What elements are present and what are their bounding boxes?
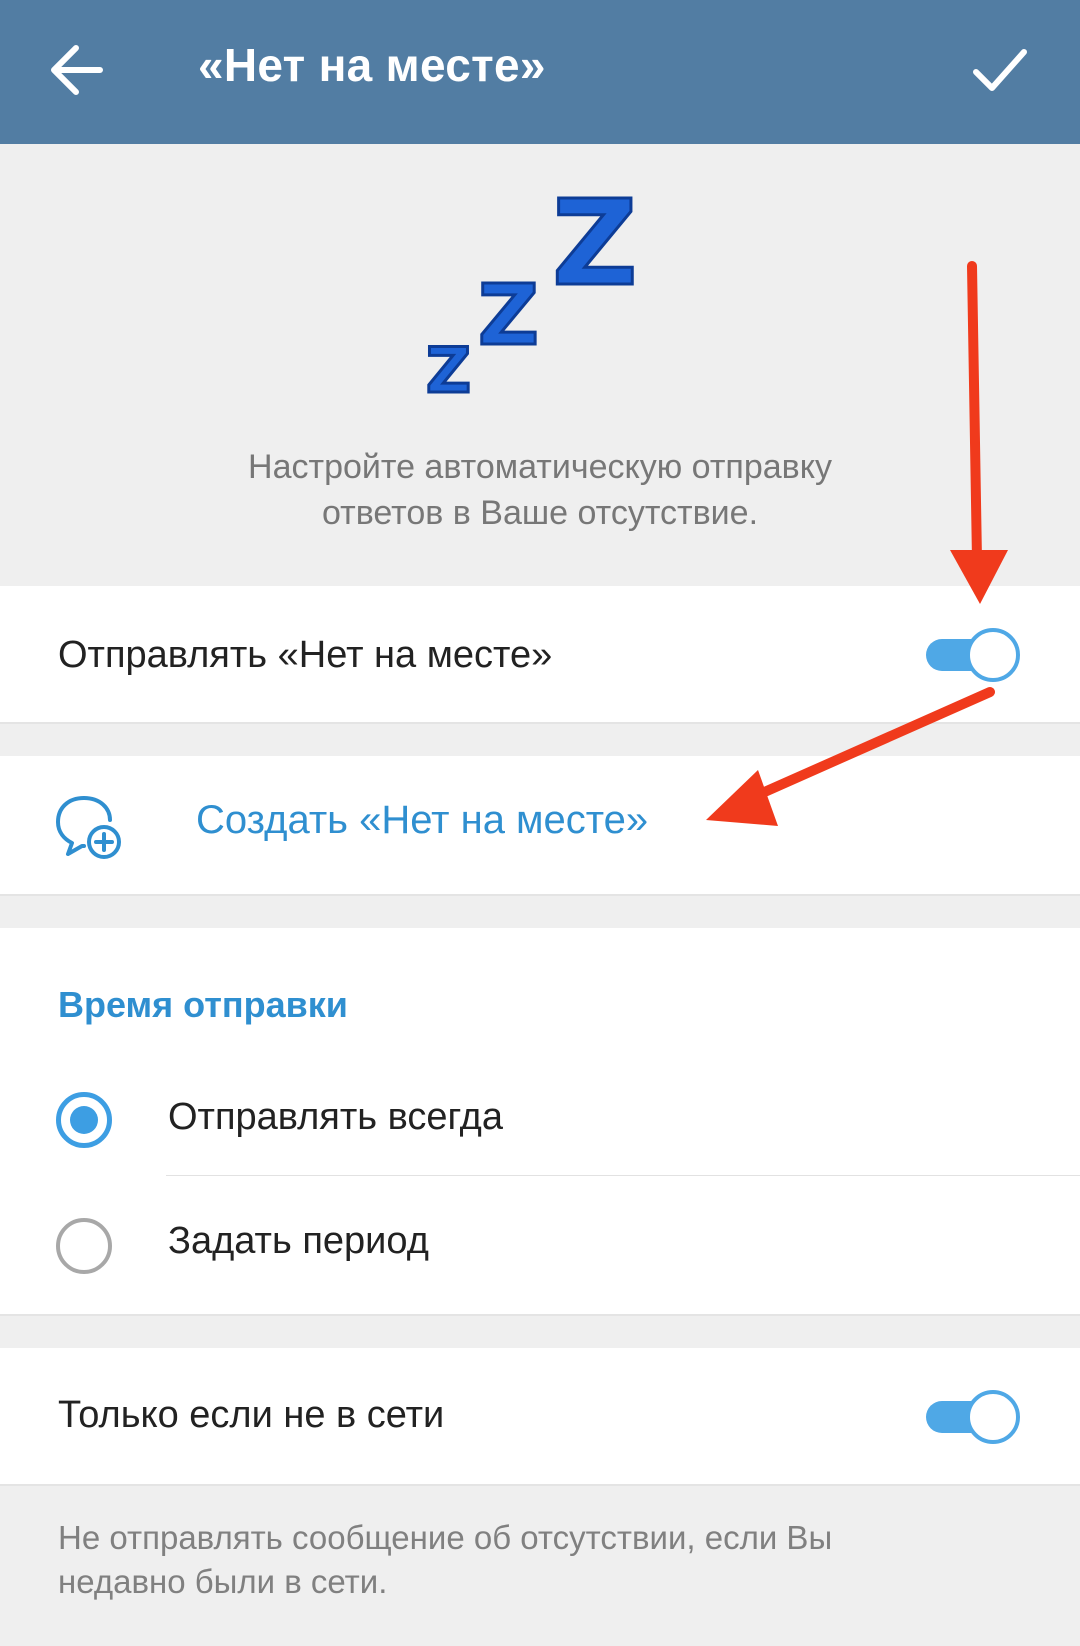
checkmark-icon (973, 49, 1027, 91)
svg-text:Z: Z (426, 334, 471, 407)
offline-only-hint: Не отправлять сообщение об отсутствии, е… (58, 1519, 833, 1600)
radio-label-period: Задать период (168, 1220, 429, 1262)
hero-section: Z Z Z Настройте автоматическую отправку … (0, 144, 1080, 586)
offline-only-row[interactable]: Только если не в сети (0, 1348, 1080, 1486)
offline-only-label: Только если не в сети (58, 1394, 445, 1436)
radio-option-period[interactable]: Задать период (0, 1176, 1080, 1316)
radio-button-unselected[interactable] (56, 1218, 112, 1274)
schedule-title: Время отправки (58, 984, 348, 1025)
send-away-row[interactable]: Отправлять «Нет на месте» (0, 586, 1080, 724)
offline-only-toggle[interactable] (924, 1390, 1020, 1444)
chat-add-icon (56, 796, 121, 859)
svg-text:Z: Z (552, 184, 638, 312)
send-away-label: Отправлять «Нет на месте» (58, 634, 553, 676)
top-app-bar: «Нет на месте» (0, 0, 1080, 144)
page-title: «Нет на месте» (198, 39, 546, 91)
arrow-left-icon (51, 45, 103, 95)
confirm-button[interactable] (960, 30, 1040, 110)
back-button[interactable] (40, 30, 120, 110)
radio-button-selected[interactable] (56, 1092, 112, 1148)
hero-description: Настройте автоматическую отправку ответо… (248, 448, 832, 532)
create-away-label: Создать «Нет на месте» (196, 798, 649, 842)
send-away-toggle[interactable] (924, 628, 1020, 682)
svg-text:Z: Z (478, 266, 539, 364)
schedule-section: Время отправки Отправлять всегда Задать … (0, 928, 1080, 1316)
radio-label-always: Отправлять всегда (168, 1096, 503, 1138)
create-away-row[interactable]: Создать «Нет на месте» (0, 756, 1080, 896)
zzz-sleep-icon: Z Z Z (425, 184, 640, 409)
